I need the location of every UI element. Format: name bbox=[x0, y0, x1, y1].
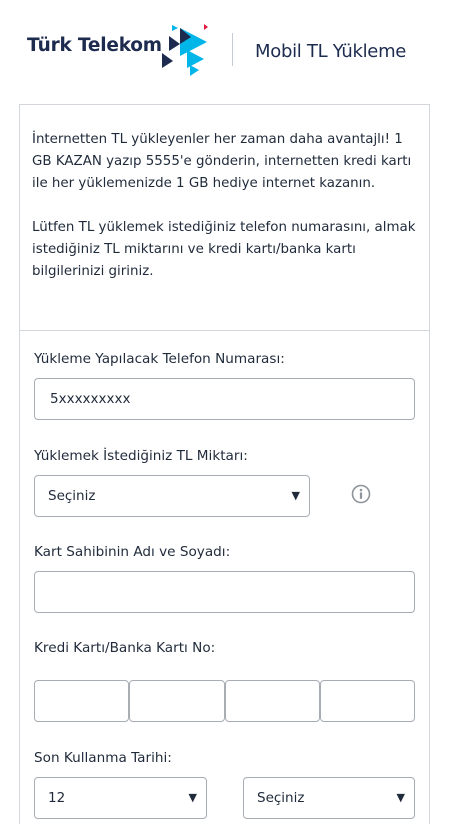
expiry-label: Son Kullanma Tarihi: bbox=[34, 750, 172, 766]
chevron-down-icon: ▼ bbox=[188, 791, 197, 804]
phone-input[interactable]: 5xxxxxxxxx bbox=[34, 378, 415, 420]
card-number-part-3[interactable] bbox=[225, 680, 320, 722]
intro-text: İnternetten TL yükleyenler her zaman dah… bbox=[32, 129, 417, 305]
section-divider bbox=[20, 330, 430, 331]
brand-logo-text: Türk Telekom bbox=[27, 35, 162, 56]
info-icon[interactable] bbox=[351, 484, 371, 504]
card-number-part-4[interactable] bbox=[320, 680, 415, 722]
expiry-month-value: 12 bbox=[48, 790, 66, 806]
amount-select-value: Seçiniz bbox=[48, 488, 96, 504]
amount-select[interactable]: Seçiniz ▼ bbox=[34, 475, 310, 517]
expiry-year-value: Seçiniz bbox=[257, 790, 305, 806]
holder-name-label: Kart Sahibinin Adı ve Soyadı: bbox=[34, 544, 231, 560]
card-number-part-1[interactable] bbox=[34, 680, 129, 722]
intro-paragraph-1: İnternetten TL yükleyenler her zaman dah… bbox=[32, 132, 412, 191]
intro-paragraph-2: Lütfen TL yüklemek istediğiniz telefon n… bbox=[32, 220, 416, 279]
header: Türk Telekom Mobil TL Yükleme bbox=[0, 0, 450, 96]
holder-name-input[interactable] bbox=[34, 571, 415, 613]
expiry-year-select[interactable]: Seçiniz ▼ bbox=[243, 777, 415, 819]
chevron-down-icon: ▼ bbox=[396, 791, 405, 804]
header-divider bbox=[232, 33, 233, 66]
page-subtitle: Mobil TL Yükleme bbox=[255, 41, 407, 62]
turk-telekom-logo-mark bbox=[162, 24, 208, 76]
phone-label: Yükleme Yapılacak Telefon Numarası: bbox=[34, 351, 285, 367]
chevron-down-icon: ▼ bbox=[291, 489, 300, 502]
amount-label: Yüklemek İstediğiniz TL Miktarı: bbox=[34, 448, 248, 464]
card-number-part-2[interactable] bbox=[129, 680, 225, 722]
card-number-label: Kredi Kartı/Banka Kartı No: bbox=[34, 640, 216, 656]
expiry-month-select[interactable]: 12 ▼ bbox=[34, 777, 207, 819]
phone-input-value: 5xxxxxxxxx bbox=[50, 391, 131, 407]
